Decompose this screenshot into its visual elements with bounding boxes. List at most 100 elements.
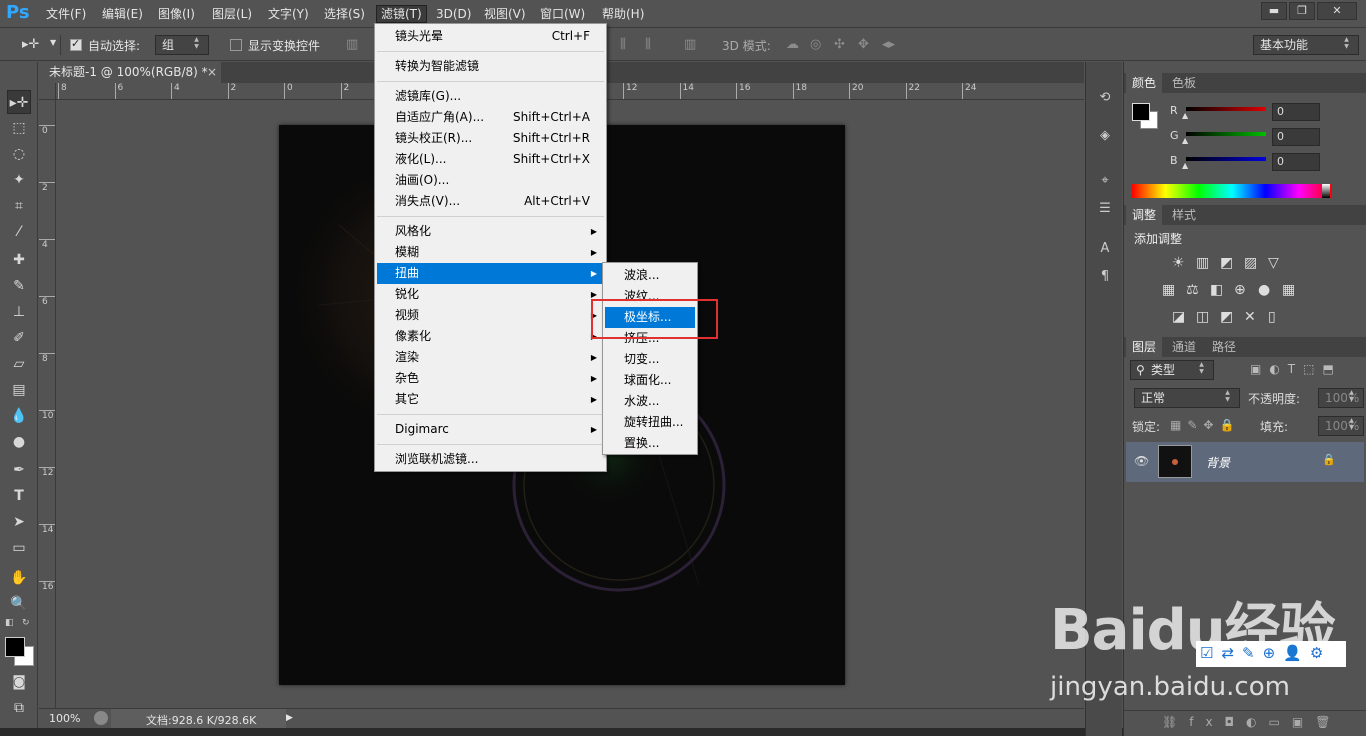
adjustment-icon[interactable]: ✕	[1244, 309, 1256, 325]
tab-layers[interactable]: 图层	[1126, 337, 1163, 357]
menu-item-3[interactable]: 图层(L)	[208, 5, 256, 23]
path-select-tool-icon[interactable]: ➤	[7, 510, 31, 534]
lock-icons[interactable]: ▦✎✥🔒	[1170, 418, 1240, 432]
magic-wand-tool-icon[interactable]: ✦	[7, 168, 31, 192]
menu-item-10[interactable]: 帮助(H)	[598, 5, 648, 23]
workspace-dropdown[interactable]: 基本功能	[1253, 35, 1359, 55]
filter-menu-item[interactable]: 视频 ▶	[377, 305, 604, 326]
filter-menu-item[interactable]: 滤镜库(G)...	[377, 86, 604, 107]
filter-menu-item[interactable]: 像素化 ▶	[377, 326, 604, 347]
show-transform-checkbox[interactable]	[230, 39, 242, 51]
eraser-tool-icon[interactable]: ▱	[7, 352, 31, 376]
adjustment-icon[interactable]: ☀	[1172, 255, 1185, 271]
distribute-icon[interactable]: ⫼	[620, 37, 626, 52]
filter-menu-item[interactable]: 转换为智能滤镜	[377, 56, 604, 77]
filter-menu-item[interactable]: 渲染 ▶	[377, 347, 604, 368]
distort-submenu-item[interactable]: 球面化...	[605, 370, 695, 391]
adjustment-icon[interactable]: ◩	[1220, 309, 1233, 325]
auto-align-icon[interactable]: ▥	[684, 37, 696, 52]
menu-item-1[interactable]: 编辑(E)	[98, 5, 147, 23]
brush-tool-icon[interactable]: ✎	[7, 274, 31, 298]
shape-tool-icon[interactable]: ▭	[7, 536, 31, 560]
distort-submenu-item[interactable]: 波浪...	[605, 265, 695, 286]
adjustment-icon[interactable]: ●	[1258, 282, 1270, 298]
close-window-button[interactable]: ✕	[1317, 2, 1357, 20]
menu-item-4[interactable]: 文字(Y)	[264, 5, 313, 23]
stamp-tool-icon[interactable]: ⊥	[7, 300, 31, 324]
filter-menu-item[interactable]: 消失点(V)... Alt+Ctrl+V	[377, 191, 604, 212]
tab-styles[interactable]: 样式	[1166, 205, 1202, 225]
channel-value-field[interactable]: 0	[1272, 153, 1320, 171]
color-fg-swatch[interactable]	[1132, 103, 1150, 121]
dodge-tool-icon[interactable]: ●	[7, 430, 31, 454]
tab-swatches[interactable]: 色板	[1166, 73, 1202, 93]
auto-select-dropdown[interactable]: 组	[155, 35, 209, 55]
tab-adjustments[interactable]: 调整	[1126, 205, 1163, 225]
filter-menu-item[interactable]: 浏览联机滤镜...	[377, 449, 604, 470]
3d-panel-icon[interactable]: ◈	[1094, 125, 1116, 147]
filter-menu-item[interactable]: 扭曲 ▶	[377, 263, 604, 284]
filter-menu-item[interactable]: 锐化 ▶	[377, 284, 604, 305]
gradient-tool-icon[interactable]: ▤	[7, 378, 31, 402]
adjustment-icon[interactable]: ◧	[1210, 282, 1223, 298]
move-tool-icon[interactable]: ▸✛	[7, 90, 31, 114]
menu-item-5[interactable]: 选择(S)	[320, 5, 369, 23]
history-brush-tool-icon[interactable]: ✐	[7, 326, 31, 350]
channel-slider-handle-icon[interactable]: ▲	[1182, 136, 1188, 145]
distort-submenu-item[interactable]: 旋转扭曲...	[605, 412, 695, 433]
slide-3d-icon[interactable]: ✥	[858, 37, 869, 52]
layer-filter-icons[interactable]: ▣◐T⬚⬒	[1250, 362, 1342, 376]
scale-3d-icon[interactable]: ◂▸	[882, 37, 895, 52]
layer-row[interactable]: 👁 背景 🔒	[1126, 442, 1364, 482]
pan-3d-icon[interactable]: ✣	[834, 37, 845, 52]
menu-item-9[interactable]: 窗口(W)	[536, 5, 589, 23]
adjustment-icon[interactable]: ⚖	[1186, 282, 1199, 298]
layer-name[interactable]: 背景	[1206, 454, 1230, 471]
filter-menu-item[interactable]: 杂色 ▶	[377, 368, 604, 389]
adjustment-icon[interactable]: ◫	[1196, 309, 1209, 325]
adjustment-icon[interactable]: ◩	[1220, 255, 1233, 271]
foreground-color-swatch[interactable]	[5, 637, 25, 657]
type-tool-icon[interactable]: T	[7, 484, 31, 508]
rotate-3d-icon[interactable]: ☁	[786, 37, 799, 52]
layers-footer-icons[interactable]: ⛓fx◘◐▭▣🗑	[1162, 715, 1342, 729]
channel-slider[interactable]	[1186, 107, 1266, 111]
tool-preset-chevron-icon[interactable]: ▼	[50, 38, 56, 47]
blend-mode-dropdown[interactable]: 正常	[1134, 388, 1240, 408]
document-tab-close-icon[interactable]: ×	[207, 62, 217, 83]
filter-menu-item[interactable]: 风格化 ▶	[377, 221, 604, 242]
filter-menu-item[interactable]: 模糊 ▶	[377, 242, 604, 263]
restore-button[interactable]: ❐	[1289, 2, 1315, 20]
screen-mode-icon[interactable]: ⧉	[7, 696, 31, 720]
distribute-center-icon[interactable]: ⫼	[645, 37, 651, 52]
lasso-tool-icon[interactable]: ◌	[7, 142, 31, 166]
blur-tool-icon[interactable]: 💧	[7, 404, 31, 428]
roll-3d-icon[interactable]: ◎	[810, 37, 821, 52]
adjustment-icon[interactable]: ▦	[1282, 282, 1295, 298]
crop-tool-icon[interactable]: ⌗	[7, 194, 31, 218]
brush-presets-icon[interactable]: ☰	[1094, 198, 1116, 220]
menu-item-0[interactable]: 文件(F)	[42, 5, 90, 23]
channel-value-field[interactable]: 0	[1272, 128, 1320, 146]
watermark-toolbar-icons[interactable]: ☑⇄✎⊕👤⚙	[1200, 644, 1331, 662]
filter-menu-item[interactable]: 液化(L)... Shift+Ctrl+X	[377, 149, 604, 170]
ruler-origin[interactable]	[39, 83, 56, 100]
pen-tool-icon[interactable]: ✒	[7, 458, 31, 482]
align-top-icon[interactable]: ▥	[346, 37, 358, 52]
paragraph-panel-icon[interactable]: ¶	[1094, 266, 1116, 288]
distort-submenu-item[interactable]: 水波...	[605, 391, 695, 412]
filter-menu-item[interactable]: 自适应广角(A)... Shift+Ctrl+A	[377, 107, 604, 128]
distort-submenu-item[interactable]: 置换...	[605, 433, 695, 454]
status-arrow-icon[interactable]: ▶	[286, 713, 293, 723]
menu-item-8[interactable]: 视图(V)	[480, 5, 530, 23]
filter-menu-item[interactable]: Digimarc ▶	[377, 419, 604, 440]
move-tool-icon[interactable]: ▸✛	[22, 37, 39, 52]
adjustment-icon[interactable]: ⊕	[1234, 282, 1246, 298]
channel-slider-handle-icon[interactable]: ▲	[1182, 111, 1188, 120]
filter-menu-item[interactable]: 镜头光晕 Ctrl+F	[377, 26, 604, 47]
adjustment-icon[interactable]: ▦	[1162, 282, 1175, 298]
adjustment-icon[interactable]: ▥	[1196, 255, 1209, 271]
layer-filter-dropdown[interactable]: ⚲ 类型	[1130, 360, 1214, 380]
zoom-level[interactable]: 100%	[49, 712, 80, 725]
menu-item-7[interactable]: 3D(D)	[432, 5, 475, 23]
